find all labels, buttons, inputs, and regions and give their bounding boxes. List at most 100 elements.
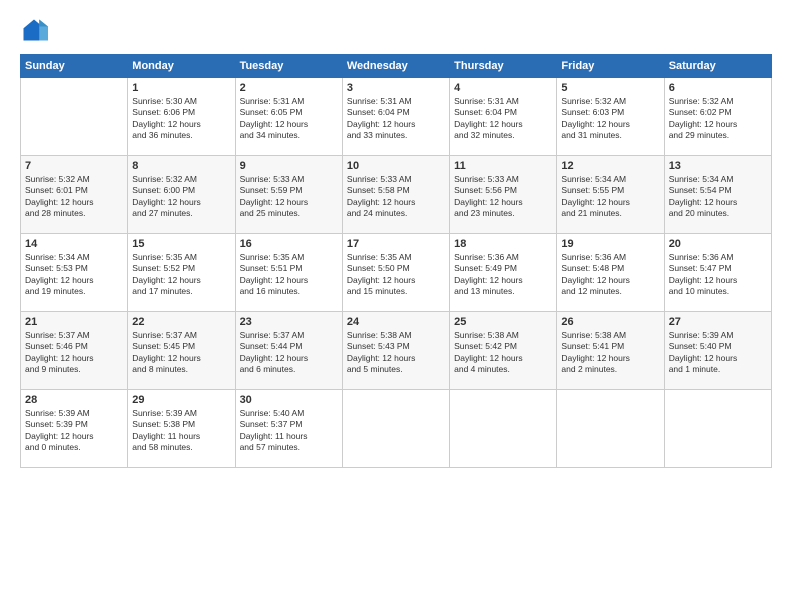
day-number: 29	[132, 394, 230, 406]
day-cell: 26 Sunrise: 5:38 AM Sunset: 5:41 PM Dayli…	[557, 312, 664, 390]
day-info: Sunrise: 5:33 AM Sunset: 5:58 PM Dayligh…	[347, 174, 445, 220]
day-info: Sunrise: 5:36 AM Sunset: 5:47 PM Dayligh…	[669, 252, 767, 298]
day-cell: 16 Sunrise: 5:35 AM Sunset: 5:51 PM Dayli…	[235, 234, 342, 312]
day-number: 18	[454, 238, 552, 250]
day-cell: 14 Sunrise: 5:34 AM Sunset: 5:53 PM Dayli…	[21, 234, 128, 312]
day-cell: 12 Sunrise: 5:34 AM Sunset: 5:55 PM Dayli…	[557, 156, 664, 234]
day-number: 16	[240, 238, 338, 250]
day-cell: 6Sunrise: 5:32 AM Sunset: 6:02 PM Daylig…	[664, 78, 771, 156]
day-number: 12	[561, 160, 659, 172]
day-cell: 27 Sunrise: 5:39 AM Sunset: 5:40 PM Dayli…	[664, 312, 771, 390]
day-info: Sunrise: 5:37 AM Sunset: 5:46 PM Dayligh…	[25, 330, 123, 376]
day-number: 6	[669, 82, 767, 94]
day-cell: 5 Sunrise: 5:32 AM Sunset: 6:03 PM Daylig…	[557, 78, 664, 156]
day-cell: 10 Sunrise: 5:33 AM Sunset: 5:58 PM Dayli…	[342, 156, 449, 234]
col-header-friday: Friday	[557, 55, 664, 78]
day-cell: 23Sunrise: 5:37 AM Sunset: 5:44 PM Dayli…	[235, 312, 342, 390]
day-info: Sunrise: 5:34 AM Sunset: 5:54 PM Dayligh…	[669, 174, 767, 220]
day-info: Sunrise: 5:34 AM Sunset: 5:53 PM Dayligh…	[25, 252, 123, 298]
day-info: Sunrise: 5:40 AM Sunset: 5:37 PM Dayligh…	[240, 408, 338, 454]
day-cell	[21, 78, 128, 156]
day-number: 27	[669, 316, 767, 328]
day-number: 10	[347, 160, 445, 172]
day-number: 21	[25, 316, 123, 328]
calendar-table: SundayMondayTuesdayWednesdayThursdayFrid…	[20, 54, 772, 468]
day-number: 26	[561, 316, 659, 328]
col-header-sunday: Sunday	[21, 55, 128, 78]
day-cell: 8Sunrise: 5:32 AM Sunset: 6:00 PM Daylig…	[128, 156, 235, 234]
day-number: 14	[25, 238, 123, 250]
day-number: 20	[669, 238, 767, 250]
day-number: 2	[240, 82, 338, 94]
day-number: 13	[669, 160, 767, 172]
day-cell: 18 Sunrise: 5:36 AM Sunset: 5:49 PM Dayli…	[450, 234, 557, 312]
day-cell: 28 Sunrise: 5:39 AM Sunset: 5:39 PM Dayli…	[21, 390, 128, 468]
col-header-monday: Monday	[128, 55, 235, 78]
day-cell: 7Sunrise: 5:32 AM Sunset: 6:01 PM Daylig…	[21, 156, 128, 234]
day-info: Sunrise: 5:38 AM Sunset: 5:42 PM Dayligh…	[454, 330, 552, 376]
day-number: 15	[132, 238, 230, 250]
day-info: Sunrise: 5:39 AM Sunset: 5:38 PM Dayligh…	[132, 408, 230, 454]
day-number: 11	[454, 160, 552, 172]
day-cell: 29 Sunrise: 5:39 AM Sunset: 5:38 PM Dayli…	[128, 390, 235, 468]
day-info: Sunrise: 5:31 AM Sunset: 6:05 PM Dayligh…	[240, 96, 338, 142]
logo-icon	[20, 16, 48, 44]
day-number: 5	[561, 82, 659, 94]
day-info: Sunrise: 5:33 AM Sunset: 5:59 PM Dayligh…	[240, 174, 338, 220]
day-info: Sunrise: 5:38 AM Sunset: 5:41 PM Dayligh…	[561, 330, 659, 376]
day-number: 17	[347, 238, 445, 250]
day-info: Sunrise: 5:36 AM Sunset: 5:48 PM Dayligh…	[561, 252, 659, 298]
day-cell: 3 Sunrise: 5:31 AM Sunset: 6:04 PM Daylig…	[342, 78, 449, 156]
day-cell: 4 Sunrise: 5:31 AM Sunset: 6:04 PM Daylig…	[450, 78, 557, 156]
col-header-tuesday: Tuesday	[235, 55, 342, 78]
day-number: 4	[454, 82, 552, 94]
col-header-thursday: Thursday	[450, 55, 557, 78]
day-number: 9	[240, 160, 338, 172]
day-cell: 21 Sunrise: 5:37 AM Sunset: 5:46 PM Dayli…	[21, 312, 128, 390]
header	[20, 16, 772, 44]
week-row-3: 14 Sunrise: 5:34 AM Sunset: 5:53 PM Dayli…	[21, 234, 772, 312]
day-info: Sunrise: 5:39 AM Sunset: 5:39 PM Dayligh…	[25, 408, 123, 454]
day-number: 1	[132, 82, 230, 94]
day-info: Sunrise: 5:37 AM Sunset: 5:45 PM Dayligh…	[132, 330, 230, 376]
day-info: Sunrise: 5:35 AM Sunset: 5:51 PM Dayligh…	[240, 252, 338, 298]
day-number: 7	[25, 160, 123, 172]
logo	[20, 16, 52, 44]
day-info: Sunrise: 5:38 AM Sunset: 5:43 PM Dayligh…	[347, 330, 445, 376]
day-cell	[450, 390, 557, 468]
week-row-1: 1Sunrise: 5:30 AM Sunset: 6:06 PM Daylig…	[21, 78, 772, 156]
day-cell: 22 Sunrise: 5:37 AM Sunset: 5:45 PM Dayli…	[128, 312, 235, 390]
day-info: Sunrise: 5:31 AM Sunset: 6:04 PM Dayligh…	[454, 96, 552, 142]
day-cell: 19 Sunrise: 5:36 AM Sunset: 5:48 PM Dayli…	[557, 234, 664, 312]
day-cell: 13 Sunrise: 5:34 AM Sunset: 5:54 PM Dayli…	[664, 156, 771, 234]
week-row-5: 28 Sunrise: 5:39 AM Sunset: 5:39 PM Dayli…	[21, 390, 772, 468]
week-row-4: 21 Sunrise: 5:37 AM Sunset: 5:46 PM Dayli…	[21, 312, 772, 390]
day-number: 23	[240, 316, 338, 328]
day-info: Sunrise: 5:31 AM Sunset: 6:04 PM Dayligh…	[347, 96, 445, 142]
header-row: SundayMondayTuesdayWednesdayThursdayFrid…	[21, 55, 772, 78]
day-cell: 30 Sunrise: 5:40 AM Sunset: 5:37 PM Dayli…	[235, 390, 342, 468]
day-number: 25	[454, 316, 552, 328]
day-number: 3	[347, 82, 445, 94]
day-cell: 11 Sunrise: 5:33 AM Sunset: 5:56 PM Dayli…	[450, 156, 557, 234]
day-number: 30	[240, 394, 338, 406]
day-cell	[342, 390, 449, 468]
day-info: Sunrise: 5:32 AM Sunset: 6:03 PM Dayligh…	[561, 96, 659, 142]
day-number: 28	[25, 394, 123, 406]
day-cell	[664, 390, 771, 468]
day-cell: 1Sunrise: 5:30 AM Sunset: 6:06 PM Daylig…	[128, 78, 235, 156]
day-cell: 20 Sunrise: 5:36 AM Sunset: 5:47 PM Dayli…	[664, 234, 771, 312]
day-info: Sunrise: 5:33 AM Sunset: 5:56 PM Dayligh…	[454, 174, 552, 220]
day-cell: 24Sunrise: 5:38 AM Sunset: 5:43 PM Dayli…	[342, 312, 449, 390]
day-cell: 9 Sunrise: 5:33 AM Sunset: 5:59 PM Daylig…	[235, 156, 342, 234]
day-number: 19	[561, 238, 659, 250]
day-cell: 17 Sunrise: 5:35 AM Sunset: 5:50 PM Dayli…	[342, 234, 449, 312]
day-info: Sunrise: 5:39 AM Sunset: 5:40 PM Dayligh…	[669, 330, 767, 376]
week-row-2: 7Sunrise: 5:32 AM Sunset: 6:01 PM Daylig…	[21, 156, 772, 234]
day-info: Sunrise: 5:35 AM Sunset: 5:50 PM Dayligh…	[347, 252, 445, 298]
day-cell	[557, 390, 664, 468]
col-header-saturday: Saturday	[664, 55, 771, 78]
day-info: Sunrise: 5:34 AM Sunset: 5:55 PM Dayligh…	[561, 174, 659, 220]
day-number: 22	[132, 316, 230, 328]
day-info: Sunrise: 5:36 AM Sunset: 5:49 PM Dayligh…	[454, 252, 552, 298]
